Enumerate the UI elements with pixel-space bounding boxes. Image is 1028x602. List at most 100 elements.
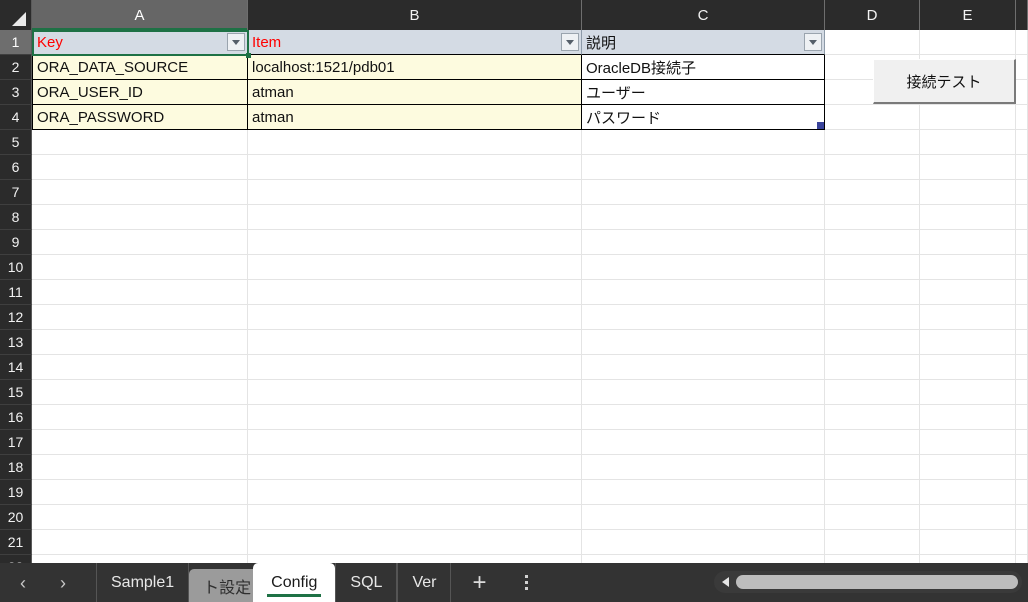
row-header-12[interactable]: 12 [0, 305, 32, 330]
cell-B8[interactable] [248, 205, 582, 230]
sheet-tab-SQL[interactable]: SQL [335, 563, 398, 602]
sheet-tab-Ver[interactable]: Ver [397, 563, 452, 602]
cell-x19[interactable] [1016, 480, 1028, 505]
cell-x13[interactable] [1016, 330, 1028, 355]
cell-B14[interactable] [248, 355, 582, 380]
cell-D22[interactable] [825, 555, 920, 563]
row-header-10[interactable]: 10 [0, 255, 32, 280]
cell-A11[interactable] [32, 280, 248, 305]
cell-B15[interactable] [248, 380, 582, 405]
row-header-18[interactable]: 18 [0, 455, 32, 480]
cell-D11[interactable] [825, 280, 920, 305]
cell-A4[interactable]: ORA_PASSWORD [32, 105, 248, 130]
kebab-menu-icon[interactable] [507, 563, 545, 602]
cell-D21[interactable] [825, 530, 920, 555]
cell-A18[interactable] [32, 455, 248, 480]
row-header-6[interactable]: 6 [0, 155, 32, 180]
cell-C18[interactable] [582, 455, 825, 480]
row-header-2[interactable]: 2 [0, 55, 32, 80]
cell-E15[interactable] [920, 380, 1016, 405]
cell-C9[interactable] [582, 230, 825, 255]
cell-B2[interactable]: localhost:1521/pdb01 [248, 55, 582, 80]
cell-B9[interactable] [248, 230, 582, 255]
sheet-tab-Config[interactable]: Config [253, 563, 336, 602]
cell-D12[interactable] [825, 305, 920, 330]
row-header-15[interactable]: 15 [0, 380, 32, 405]
filter-dropdown-icon[interactable] [804, 33, 822, 51]
row-header-1[interactable]: 1 [0, 30, 32, 55]
cell-A17[interactable] [32, 430, 248, 455]
cell-D15[interactable] [825, 380, 920, 405]
cell-D4[interactable] [825, 105, 920, 130]
cell-A1[interactable]: Key [32, 30, 248, 55]
cell-E8[interactable] [920, 205, 1016, 230]
row-header-19[interactable]: 19 [0, 480, 32, 505]
row-header-11[interactable]: 11 [0, 280, 32, 305]
cell-C20[interactable] [582, 505, 825, 530]
row-header-4[interactable]: 4 [0, 105, 32, 130]
row-header-8[interactable]: 8 [0, 205, 32, 230]
triangle-left-icon[interactable] [714, 571, 736, 593]
cell-C19[interactable] [582, 480, 825, 505]
row-header-14[interactable]: 14 [0, 355, 32, 380]
cell-B6[interactable] [248, 155, 582, 180]
row-header-5[interactable]: 5 [0, 130, 32, 155]
cell-A12[interactable] [32, 305, 248, 330]
cell-x15[interactable] [1016, 380, 1028, 405]
cell-D14[interactable] [825, 355, 920, 380]
cell-A22[interactable] [32, 555, 248, 563]
cell-E21[interactable] [920, 530, 1016, 555]
cell-A21[interactable] [32, 530, 248, 555]
cell-D18[interactable] [825, 455, 920, 480]
cell-E4[interactable] [920, 105, 1016, 130]
cell-x4[interactable] [1016, 105, 1028, 130]
cell-C11[interactable] [582, 280, 825, 305]
cell-E1[interactable] [920, 30, 1016, 55]
cell-D1[interactable] [825, 30, 920, 55]
cell-C12[interactable] [582, 305, 825, 330]
cell-B18[interactable] [248, 455, 582, 480]
cell-D10[interactable] [825, 255, 920, 280]
row-header-22[interactable]: 22 [0, 555, 32, 563]
cell-D9[interactable] [825, 230, 920, 255]
cell-D7[interactable] [825, 180, 920, 205]
cell-A20[interactable] [32, 505, 248, 530]
cell-C1[interactable]: 説明 [582, 30, 825, 55]
column-header-c[interactable]: C [582, 0, 825, 30]
cell-C22[interactable] [582, 555, 825, 563]
cell-A19[interactable] [32, 480, 248, 505]
cell-B1[interactable]: Item [248, 30, 582, 55]
cell-A3[interactable]: ORA_USER_ID [32, 80, 248, 105]
cell-x16[interactable] [1016, 405, 1028, 430]
cell-E16[interactable] [920, 405, 1016, 430]
column-header-e[interactable]: E [920, 0, 1016, 30]
cell-B21[interactable] [248, 530, 582, 555]
cell-B12[interactable] [248, 305, 582, 330]
cell-A10[interactable] [32, 255, 248, 280]
cell-E10[interactable] [920, 255, 1016, 280]
table-range-marker[interactable] [817, 122, 824, 129]
cell-B5[interactable] [248, 130, 582, 155]
cell-A6[interactable] [32, 155, 248, 180]
cell-C4[interactable]: パスワード [582, 105, 825, 130]
cell-D19[interactable] [825, 480, 920, 505]
cell-A15[interactable] [32, 380, 248, 405]
cell-A2[interactable]: ORA_DATA_SOURCE [32, 55, 248, 80]
column-header-b[interactable]: B [248, 0, 582, 30]
cell-B4[interactable]: atman [248, 105, 582, 130]
row-header-16[interactable]: 16 [0, 405, 32, 430]
column-header-d[interactable]: D [825, 0, 920, 30]
cell-C2[interactable]: OracleDB接続子 [582, 55, 825, 80]
cell-B20[interactable] [248, 505, 582, 530]
cell-C7[interactable] [582, 180, 825, 205]
cell-x8[interactable] [1016, 205, 1028, 230]
cell-E14[interactable] [920, 355, 1016, 380]
add-sheet-button[interactable]: + [451, 563, 507, 602]
horizontal-scrollbar-thumb[interactable] [736, 575, 1018, 589]
cell-D8[interactable] [825, 205, 920, 230]
fill-handle[interactable] [246, 53, 251, 58]
cell-x7[interactable] [1016, 180, 1028, 205]
cell-B17[interactable] [248, 430, 582, 455]
cell-C17[interactable] [582, 430, 825, 455]
cell-D20[interactable] [825, 505, 920, 530]
